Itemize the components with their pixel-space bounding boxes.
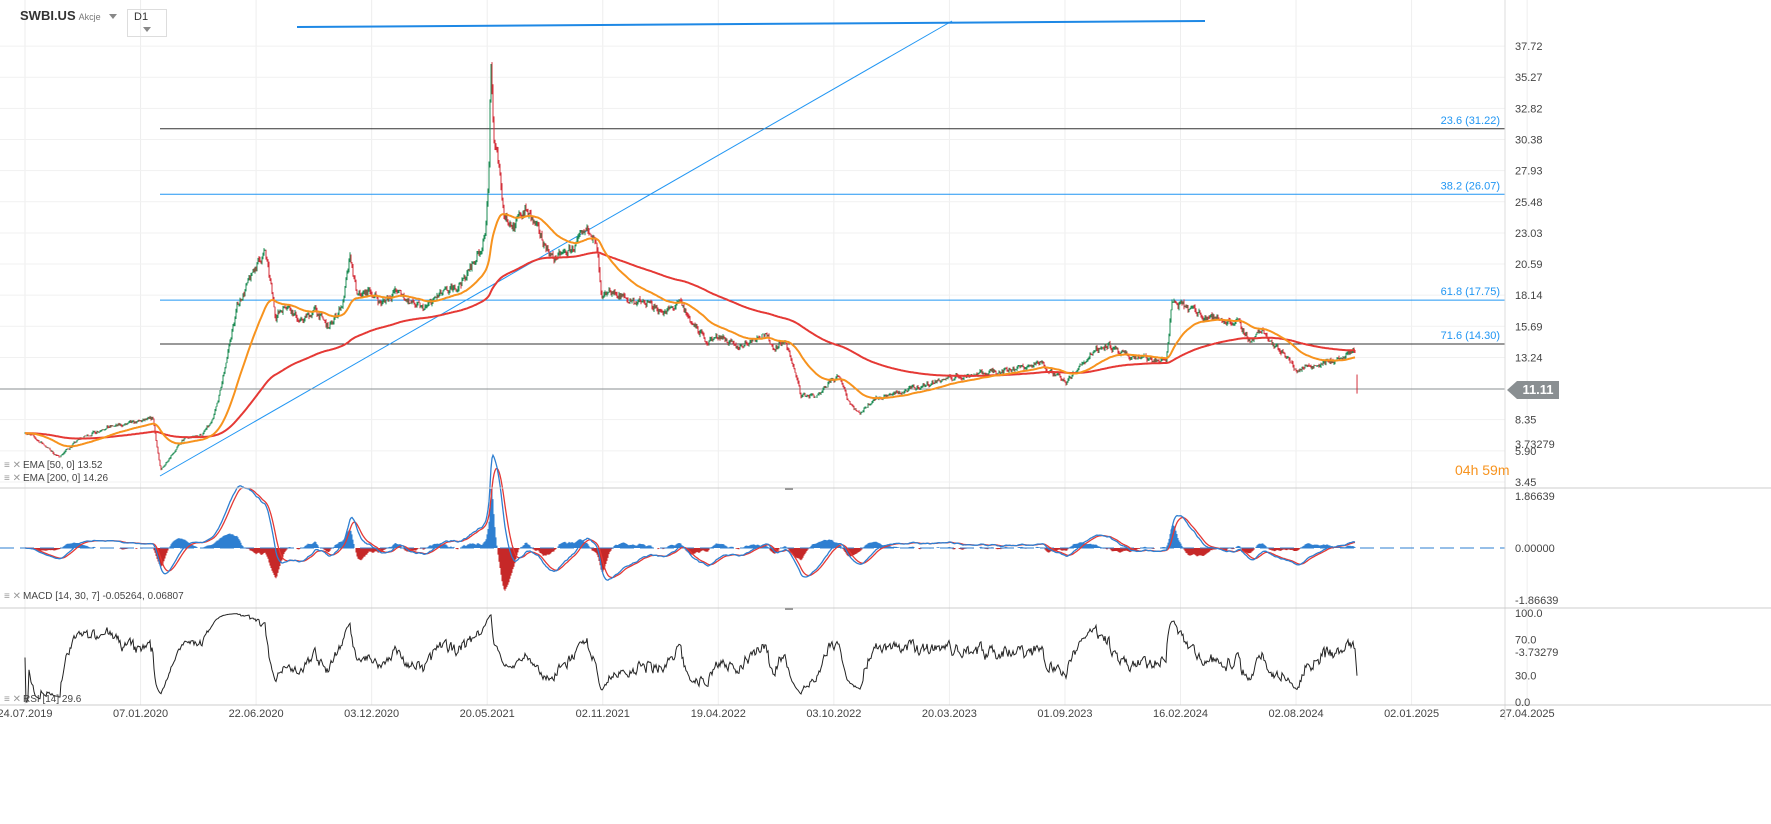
rsi-axis-label: 30.0 — [1515, 670, 1536, 682]
menu-icon[interactable]: ≡ ✕ — [4, 591, 21, 602]
legend-macd-label: MACD [14, 30, 7] -0.05264, 0.06807 — [23, 591, 184, 602]
price-axis-label: 13.24 — [1515, 352, 1543, 364]
timer-minutes: 59m — [1482, 462, 1510, 478]
current-price-tag: 11.11 — [1507, 381, 1559, 399]
x-tick-label: 20.05.2021 — [460, 708, 515, 720]
price-axis-label: 20.59 — [1515, 259, 1543, 271]
rsi-axis-label: 100.0 — [1515, 608, 1543, 620]
x-tick-label: 02.11.2021 — [576, 708, 630, 720]
price-axis-label: 15.69 — [1515, 321, 1543, 333]
x-tick-label: 19.04.2022 — [691, 708, 746, 720]
macd-axis-label: -3.73279 — [1515, 647, 1558, 659]
candle-timer: 04h 59m — [1455, 462, 1509, 478]
timeframe-select[interactable]: D1 — [127, 9, 167, 37]
x-tick-label: 02.08.2024 — [1269, 708, 1324, 720]
macd-signal-line — [25, 467, 1356, 579]
price-axis-label: 25.48 — [1515, 197, 1543, 209]
fib-level-label: 71.6 (14.30) — [1441, 330, 1500, 342]
price-axis-label: 30.38 — [1515, 134, 1543, 146]
fib-level-label: 61.8 (17.75) — [1441, 286, 1500, 298]
price-axis-label: 37.72 — [1515, 41, 1543, 53]
rsi-axis-label: 0.0 — [1515, 697, 1530, 709]
legend-ema50[interactable]: ≡ ✕ EMA [50, 0] 13.52 — [4, 460, 103, 471]
price-axis-label: 35.27 — [1515, 72, 1543, 84]
symbol-selector[interactable]: SWBI.US Akcje — [20, 8, 117, 23]
macd-axis-label: 3.73279 — [1515, 439, 1555, 451]
price-axis-label: 32.82 — [1515, 103, 1543, 115]
legend-rsi[interactable]: ≡ ✕ RSI [14] 29.6 — [4, 694, 81, 705]
fib-level-label: 23.6 (31.22) — [1441, 115, 1500, 127]
rsi-axis-label: 70.0 — [1515, 635, 1536, 647]
legend-ema200-label: EMA [200, 0] 14.26 — [23, 473, 109, 484]
macd-line — [24, 453, 1356, 581]
timer-hours: 04h — [1455, 462, 1479, 478]
x-tick-label: 20.03.2023 — [922, 708, 977, 720]
price-axis-label: 27.93 — [1515, 166, 1543, 178]
macd-axis-label: 1.86639 — [1515, 491, 1555, 503]
ema200-line — [25, 251, 1355, 440]
indicators — [0, 213, 1505, 703]
x-tick-label: 16.02.2024 — [1153, 708, 1208, 720]
price-axis-label: 18.14 — [1515, 290, 1543, 302]
price-axis-label: 3.45 — [1515, 477, 1536, 489]
horizontal-ray — [296, 20, 1206, 28]
x-tick-label: 27.04.2025 — [1500, 708, 1555, 720]
rsi-line — [24, 613, 1358, 703]
chevron-down-icon — [108, 14, 117, 20]
x-tick-label: 03.10.2022 — [806, 708, 861, 720]
price-axis-label: 23.03 — [1515, 228, 1543, 240]
fibonacci-retracement[interactable]: 23.6 (31.22) 38.2 (26.07) 61.8 (17.75) 71.6… — [0, 20, 1505, 477]
price-axis-label: 8.35 — [1515, 415, 1536, 427]
macd-axis-label: 0.00000 — [1515, 543, 1555, 555]
trend-line — [159, 20, 953, 477]
x-tick-label: 03.12.2020 — [344, 708, 399, 720]
legend-ema50-label: EMA [50, 0] 13.52 — [23, 460, 103, 471]
legend-ema200[interactable]: ≡ ✕ EMA [200, 0] 14.26 — [4, 473, 108, 484]
x-tick-label: 22.06.2020 — [229, 708, 284, 720]
menu-icon[interactable]: ≡ ✕ — [4, 460, 21, 471]
macd-axis-label: -1.86639 — [1515, 595, 1558, 607]
legend-rsi-label: RSI [14] 29.6 — [23, 694, 82, 705]
x-tick-label: 07.01.2020 — [113, 708, 168, 720]
x-tick-label: 01.09.2023 — [1037, 708, 1092, 720]
x-tick-label: 24.07.2019 — [0, 708, 53, 720]
menu-icon[interactable]: ≡ ✕ — [4, 473, 21, 484]
chart-canvas[interactable]: 23.6 (31.22) 38.2 (26.07) 61.8 (17.75) 71.6… — [0, 0, 1771, 824]
timeframe-value: D1 — [134, 11, 149, 23]
asset-class: Akcje — [78, 12, 101, 22]
symbol-name: SWBI.US — [20, 8, 76, 23]
legend-macd[interactable]: ≡ ✕ MACD [14, 30, 7] -0.05264, 0.06807 — [4, 591, 184, 602]
x-tick-label: 02.01.2025 — [1384, 708, 1439, 720]
menu-icon[interactable]: ≡ ✕ — [4, 694, 21, 705]
chevron-down-icon — [143, 26, 151, 32]
fib-level-label: 38.2 (26.07) — [1441, 180, 1500, 192]
candles — [24, 62, 1358, 471]
ema50-line — [24, 213, 1356, 448]
